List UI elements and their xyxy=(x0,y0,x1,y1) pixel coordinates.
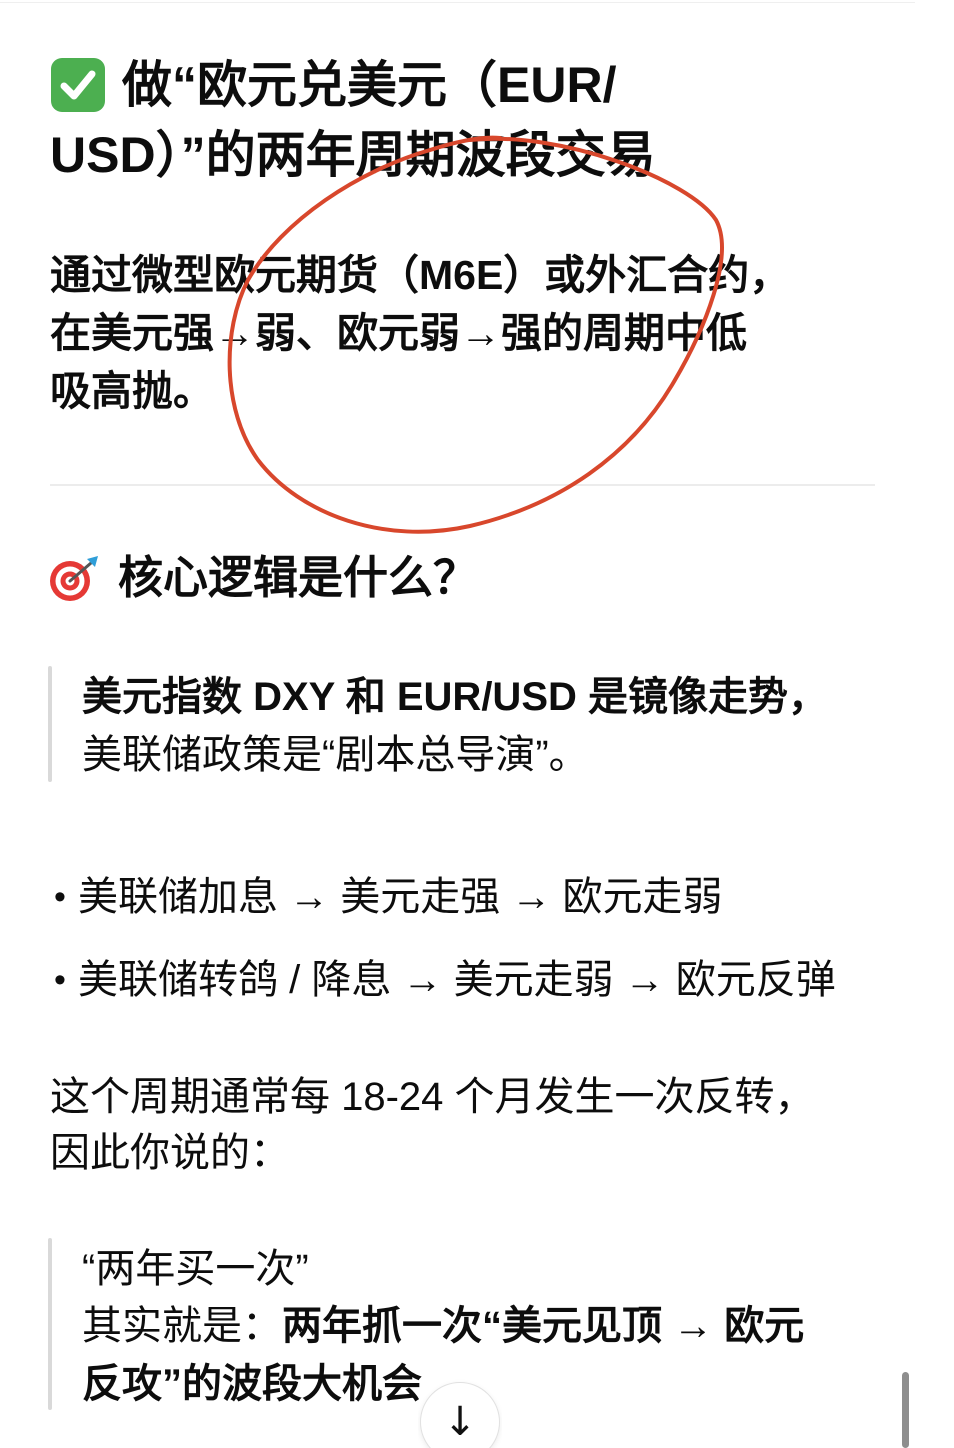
blockquote-border xyxy=(48,1238,52,1410)
quote-line: 美联储政策是“剧本总导演”。 xyxy=(82,733,589,777)
paragraph-line: 因此你说的： xyxy=(50,1131,290,1175)
heading-line-2: USD）”的两年周期波段交易 xyxy=(50,127,656,183)
scroll-down-button-wrapper: ↓ xyxy=(418,1378,502,1448)
top-divider xyxy=(0,2,915,3)
blockquote-border xyxy=(48,666,52,782)
heading-line-1: 做“欧元兑美元（EUR/ xyxy=(122,57,617,113)
intro-line: 吸高抛。 xyxy=(50,368,214,414)
check-mark-button-icon xyxy=(51,58,105,112)
quote-prefix: 其实就是： xyxy=(82,1304,282,1348)
chat-response: 做“欧元兑美元（EUR/ USD）”的两年周期波段交易 通过微型欧元期货（M6E… xyxy=(0,0,954,1448)
intro-line: 通过微型欧元期货（M6E）或外汇合约， xyxy=(50,252,791,298)
paragraph-line: 这个周期通常每 18-24 个月发生一次反转， xyxy=(50,1075,815,1119)
quote-emphasis: 反攻”的波段大机会 xyxy=(82,1362,422,1406)
section-title: 核心逻辑是什么？ xyxy=(118,552,479,603)
bullet-marker: • xyxy=(54,961,66,999)
quote-line: 其实就是：两年抓一次“美元见顶 → 欧元 xyxy=(82,1298,804,1355)
list-item: 美联储加息 → 美元走强 → 欧元走弱 xyxy=(78,875,723,919)
quote-emphasis: 两年抓一次“美元见顶 → 欧元 xyxy=(282,1304,805,1348)
scroll-down-button[interactable]: ↓ xyxy=(420,1382,500,1448)
arrow-down-icon: ↓ xyxy=(443,1399,477,1445)
intro-line: 在美元强→弱、欧元弱→强的周期中低 xyxy=(50,310,747,356)
direct-hit-icon xyxy=(48,553,102,603)
quote-line: “两年买一次” xyxy=(82,1247,309,1291)
bullet-marker: • xyxy=(54,878,66,916)
section-divider xyxy=(50,484,875,486)
quote-line-emphasis: 美元指数 DXY 和 EUR/USD 是镜像走势， xyxy=(82,675,828,719)
list-item: 美联储转鸽 / 降息 → 美元走弱 → 欧元反弹 xyxy=(78,958,836,1002)
scrollbar-thumb[interactable] xyxy=(902,1372,909,1448)
